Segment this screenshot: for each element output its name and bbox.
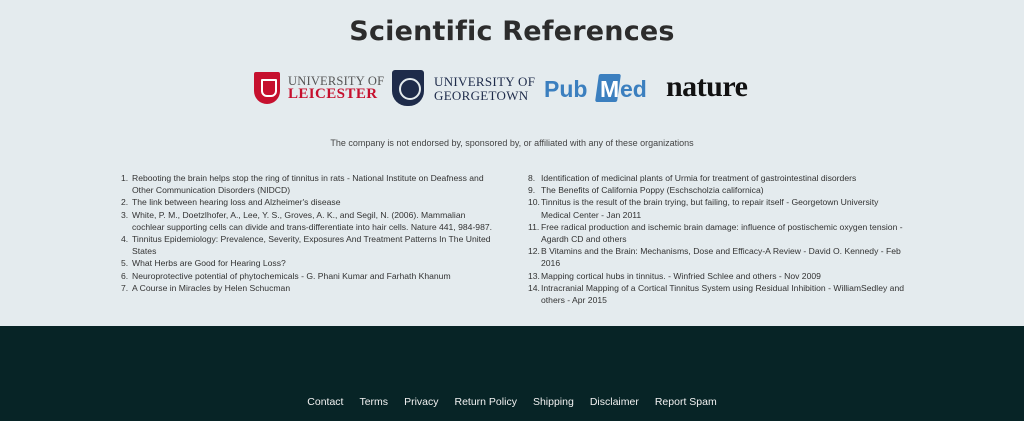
reference-text: The Benefits of California Poppy (Eschsc… (541, 185, 764, 196)
reference-text: Intracranial Mapping of a Cortical Tinni… (541, 282, 905, 306)
georgetown-seal-icon (392, 70, 424, 106)
reference-number: 6. (121, 270, 129, 281)
reference-number: 8. (528, 173, 536, 183)
reference-text: What Herbs are Good for Hearing Loss? (132, 258, 286, 269)
reference-item: 9. The Benefits of California Poppy (Esch… (528, 184, 908, 196)
reference-text: Tinnitus Epidemiology: Prevalence, Sever… (132, 234, 491, 257)
footer-link-report-spam[interactable]: Report Spam (655, 396, 717, 408)
reference-item: 10. Tinnitus is the result of the brain t… (528, 196, 908, 220)
reference-text: B Vitamins and the Brain: Mechanisms, Do… (541, 246, 901, 269)
endorsement-disclaimer: The company is not endorsed by, sponsore… (330, 138, 694, 148)
reference-number: 4. (121, 234, 129, 245)
reference-text: Identification of medicinal plants of Ur… (541, 173, 857, 183)
footer-link-privacy[interactable]: Privacy (404, 396, 438, 408)
references-list-right: 8. Identification of medicinal plants of … (528, 172, 908, 306)
reference-text: A Course in Miracles by Helen Schucman (132, 282, 291, 293)
footer-link-return-policy[interactable]: Return Policy (455, 396, 517, 408)
footer-link-shipping[interactable]: Shipping (533, 396, 574, 408)
reference-number: 2. (121, 197, 129, 208)
reference-number: 14. (528, 282, 540, 293)
reference-item: 6. Neuroprotective potential of phytochem… (121, 270, 499, 282)
pubmed-logo: Pub M ed (544, 68, 650, 112)
logo-row: UNIVERSITY OF LEICESTER UNIVERSITY OF GE… (0, 68, 1024, 112)
university-of-leicester-logo: UNIVERSITY OF LEICESTER (252, 68, 384, 112)
reference-item: 7. A Course in Miracles by Helen Schucman (121, 282, 499, 294)
reference-item: 11. Free radical production and ischemic … (528, 221, 908, 245)
reference-number: 11. (528, 221, 540, 232)
reference-number: 13. (528, 270, 540, 281)
reference-item: 1. Rebooting the brain helps stop the rin… (121, 172, 499, 196)
reference-text: Neuroprotective potential of phytochemic… (132, 270, 451, 281)
reference-text: White, P. M., Doetzlhofer, A., Lee, Y. S… (132, 209, 493, 232)
nature-logo: nature (666, 68, 772, 112)
reference-item: 13. Mapping cortical hubs in tinnitus. - … (528, 270, 908, 282)
footer-link-disclaimer[interactable]: Disclaimer (590, 396, 639, 408)
reference-text: Free radical production and ischemic bra… (541, 221, 903, 245)
footer-link-contact[interactable]: Contact (307, 396, 343, 408)
university-of-georgetown-logo: UNIVERSITY OF GEORGETOWN (392, 68, 535, 112)
reference-item: 12. B Vitamins and the Brain: Mechanisms,… (528, 245, 908, 269)
reference-number: 7. (121, 282, 129, 293)
reference-item: 8. Identification of medicinal plants of … (528, 172, 908, 184)
reference-number: 1. (121, 173, 129, 183)
pubmed-logo-part3: ed (620, 76, 647, 102)
footer-nav: Contact Terms Privacy Return Policy Shipping… (0, 392, 1024, 410)
reference-number: 5. (121, 258, 129, 269)
reference-number: 12. (528, 246, 540, 257)
nature-logo-text: nature (666, 70, 748, 103)
reference-item: 14. Intracranial Mapping of a Cortical Ti… (528, 282, 908, 306)
reference-text: Tinnitus is the result of the brain tryi… (541, 197, 879, 220)
references-list-left: 1. Rebooting the brain helps stop the rin… (121, 172, 499, 294)
reference-text: Rebooting the brain helps stop the ring … (132, 173, 484, 196)
reference-number: 3. (121, 209, 129, 220)
reference-item: 3. White, P. M., Doetzlhofer, A., Lee, Y.… (121, 209, 499, 233)
scientific-references-section: Scientific References UNIVERSITY OF LEIC… (0, 0, 1024, 326)
pubmed-logo-part2: M (600, 76, 620, 102)
reference-number: 10. (528, 197, 540, 208)
leicester-shield-icon (254, 72, 280, 104)
leicester-logo-line2: LEICESTER (288, 86, 378, 102)
section-title: Scientific References (349, 16, 675, 47)
georgetown-logo-line2: GEORGETOWN (434, 88, 529, 103)
reference-item: 5. What Herbs are Good for Hearing Loss? (121, 257, 499, 269)
site-footer: Contact Terms Privacy Return Policy Shipping… (0, 326, 1024, 421)
reference-item: 4. Tinnitus Epidemiology: Prevalence, Sev… (121, 233, 499, 257)
reference-text: The link between hearing loss and Alzhei… (132, 197, 341, 208)
reference-text: Mapping cortical hubs in tinnitus. - Win… (541, 270, 821, 281)
reference-number: 9. (528, 185, 536, 196)
pubmed-logo-part1: Pub (544, 76, 588, 102)
reference-item: 2. The link between hearing loss and Alzh… (121, 196, 499, 208)
footer-link-terms[interactable]: Terms (359, 396, 388, 408)
